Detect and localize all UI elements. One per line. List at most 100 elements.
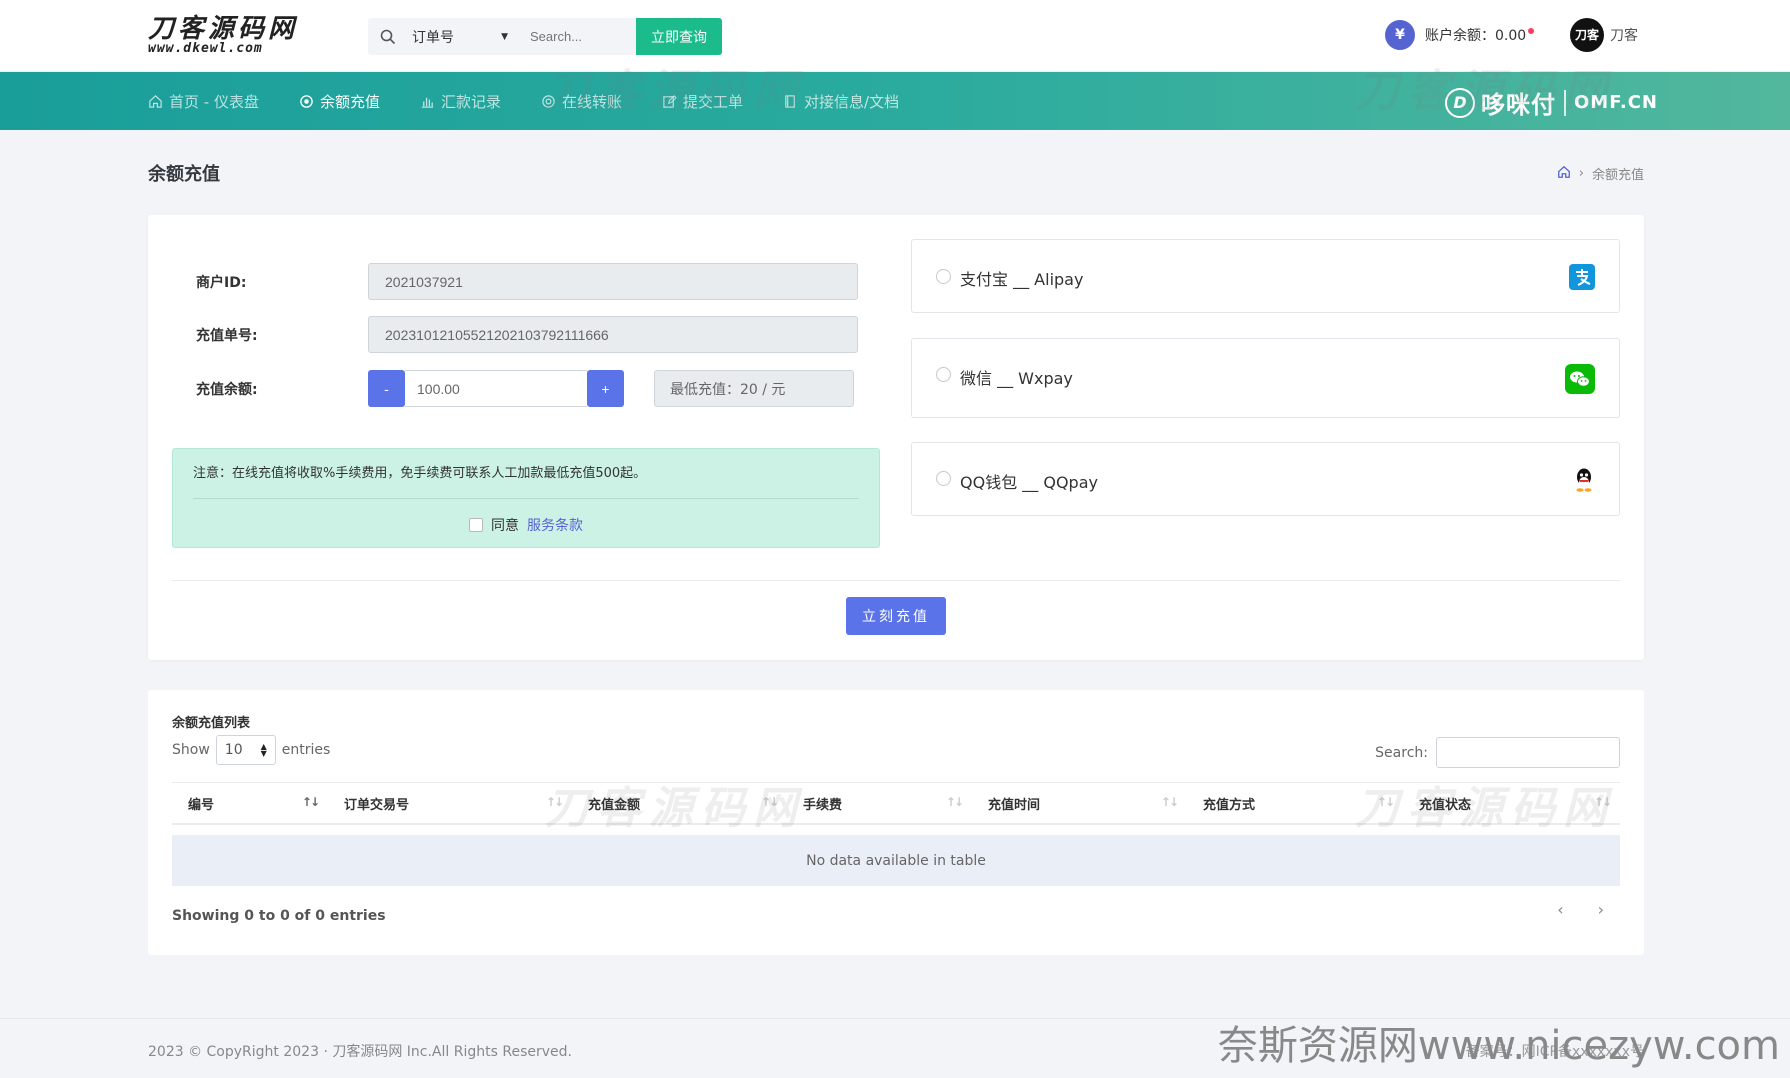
wechat-icon xyxy=(1565,364,1595,394)
logo[interactable]: 刀客源码网 www.dkewl.com xyxy=(148,16,348,56)
increase-button[interactable]: + xyxy=(587,370,624,407)
column-header[interactable]: 手续费 ↑↓ xyxy=(787,783,972,824)
table-header: 编号 ↑↓ 订单交易号 ↑↓ 充值金额 ↑↓ 手续费 ↑↓ 充值时间 ↑↓ 充值方式 ↑↓ … xyxy=(172,782,1620,825)
target-icon xyxy=(300,94,313,108)
column-label: 订单交易号 xyxy=(344,798,410,813)
nav-label: 在线转账 xyxy=(561,92,622,111)
qq-radio[interactable] xyxy=(936,471,951,486)
merchant-id-field: 2021037921 xyxy=(368,263,858,300)
sort-icon: ↑↓ xyxy=(760,795,779,809)
column-label: 编号 xyxy=(188,798,215,813)
column-header[interactable]: 充值状态 ↑↓ xyxy=(1403,783,1620,824)
nav-item-transfer[interactable]: 在线转账 xyxy=(541,91,622,112)
agree-terms: 同意 服务条款 xyxy=(469,515,583,535)
edit-icon xyxy=(663,94,677,108)
payment-option-alipay[interactable]: 支付宝 __ Alipay xyxy=(911,239,1620,313)
brand-separator xyxy=(1564,89,1566,116)
alipay-label: 支付宝 __ Alipay xyxy=(960,270,1084,289)
nav-label: 汇款记录 xyxy=(440,92,501,111)
order-row: 充值单号: 20231012105521202103792111666 xyxy=(196,316,858,353)
amount-row: 充值余额: - 100.00 + 最低充值：20 / 元 xyxy=(196,370,854,407)
sort-icon: ↑↓ xyxy=(545,795,564,809)
column-label: 充值方式 xyxy=(1203,798,1256,813)
sort-icon: ↑↓ xyxy=(301,795,320,809)
search-input[interactable] xyxy=(520,18,636,55)
empty-table-row: No data available in table xyxy=(172,835,1620,886)
column-label: 充值状态 xyxy=(1419,798,1472,813)
payment-option-wechat[interactable]: 微信 __ Wxpay xyxy=(911,338,1620,418)
page-title: 余额充值 xyxy=(148,164,220,185)
nav-item-ticket[interactable]: 提交工单 xyxy=(662,91,743,112)
select-arrows-icon: ▲ ▼ xyxy=(260,742,267,758)
account-balance[interactable]: ¥ 账户余额：0.00 xyxy=(1385,20,1535,50)
column-label: 充值金额 xyxy=(588,798,641,813)
search-type-value: 订单号 xyxy=(412,29,454,46)
sort-icon: ↑↓ xyxy=(1376,795,1395,809)
user-menu[interactable]: 刀客 刀客 xyxy=(1570,18,1638,52)
sort-icon: ↑↓ xyxy=(945,795,964,809)
recharge-list-card: 余额充值列表 Show 10 ▲ ▼ entries Search: 编号 ↑↓ 订… xyxy=(148,690,1644,955)
site-watermark: 奈斯资源网www.nicezyw.com xyxy=(1217,1023,1780,1069)
nav-label: 余额充值 xyxy=(319,92,380,111)
minimum-recharge: 最低充值：20 / 元 xyxy=(654,370,854,407)
show-label: Show xyxy=(172,742,210,758)
logo-text: 刀客源码网 xyxy=(148,14,299,44)
notification-dot xyxy=(1528,28,1535,34)
payment-option-qq[interactable]: QQ钱包 __ QQpay xyxy=(911,442,1620,516)
amount-label: 充值余额: xyxy=(196,381,258,398)
wechat-radio[interactable] xyxy=(936,367,951,382)
column-header[interactable]: 编号 ↑↓ xyxy=(172,783,328,824)
page-length-control: Show 10 ▲ ▼ entries xyxy=(172,735,330,765)
top-bar: 刀客源码网 www.dkewl.com 订单号 ▼ 立即查询 ¥ 账户余额：0.… xyxy=(0,0,1790,72)
nav-item-remittance[interactable]: 汇款记录 xyxy=(420,91,501,112)
nav-item-docs[interactable]: 对接信息/文档 xyxy=(783,91,899,112)
balance-text: 账户余额：0.00 xyxy=(1425,28,1527,44)
previous-page-button[interactable]: ‹ xyxy=(1557,900,1563,919)
breadcrumb-home-icon[interactable] xyxy=(1557,165,1571,183)
table-info: Showing 0 to 0 of 0 entries xyxy=(172,908,386,924)
search-button[interactable]: 立即查询 xyxy=(636,18,722,55)
column-label: 手续费 xyxy=(803,798,843,813)
breadcrumb: › 余额充值 xyxy=(1557,164,1644,183)
user-name: 刀客 xyxy=(1610,28,1638,44)
book-icon xyxy=(785,94,795,108)
nav-label: 对接信息/文档 xyxy=(804,92,900,111)
agree-checkbox[interactable] xyxy=(469,518,483,532)
search-type-select[interactable]: 订单号 ▼ xyxy=(408,18,520,55)
notice-divider xyxy=(193,498,859,499)
table-search: Search: xyxy=(1375,737,1620,768)
page-length-select[interactable]: 10 ▲ ▼ xyxy=(215,735,276,765)
terms-link[interactable]: 服务条款 xyxy=(527,515,583,535)
page-length-value: 10 xyxy=(224,742,243,758)
nav-item-dashboard[interactable]: 首页 - 仪表盘 xyxy=(148,91,259,112)
yen-icon: ¥ xyxy=(1385,20,1415,50)
column-header[interactable]: 订单交易号 ↑↓ xyxy=(328,783,572,824)
next-page-button[interactable]: › xyxy=(1598,900,1604,919)
amount-stepper: - 100.00 + xyxy=(368,370,624,407)
nav-item-recharge[interactable]: 余额充值 xyxy=(299,91,380,112)
home-icon xyxy=(149,94,162,108)
notice-text: 注意：在线充值将收取%手续费用，免手续费可联系人工加款最低充值500起。 xyxy=(193,466,647,481)
pagination: ‹ › xyxy=(1557,900,1604,919)
table-search-input[interactable] xyxy=(1436,737,1620,768)
caret-down-icon: ▼ xyxy=(501,31,508,42)
order-number-field: 20231012105521202103792111666 xyxy=(368,316,858,353)
merchant-label: 商户ID: xyxy=(196,274,247,291)
decrease-button[interactable]: - xyxy=(368,370,405,407)
wechat-label: 微信 __ Wxpay xyxy=(960,369,1073,388)
column-header[interactable]: 充值方式 ↑↓ xyxy=(1187,783,1403,824)
qq-label: QQ钱包 __ QQpay xyxy=(960,473,1098,492)
alipay-radio[interactable] xyxy=(936,269,951,284)
order-search: 订单号 ▼ 立即查询 xyxy=(368,18,722,55)
column-header[interactable]: 充值金额 ↑↓ xyxy=(572,783,787,824)
avatar: 刀客 xyxy=(1570,18,1604,52)
brand-mark-icon: D xyxy=(1445,87,1475,118)
recharge-submit-button[interactable]: 立刻充值 xyxy=(846,597,946,635)
column-header[interactable]: 充值时间 ↑↓ xyxy=(972,783,1187,824)
amount-input[interactable]: 100.00 xyxy=(405,370,587,407)
recharge-card: 商户ID: 2021037921 充值单号: 20231012105521202… xyxy=(148,215,1644,660)
merchant-row: 商户ID: 2021037921 xyxy=(196,263,858,300)
breadcrumb-current: 余额充值 xyxy=(1591,168,1644,183)
agree-label: 同意 xyxy=(491,518,519,534)
alipay-icon xyxy=(1569,264,1595,290)
